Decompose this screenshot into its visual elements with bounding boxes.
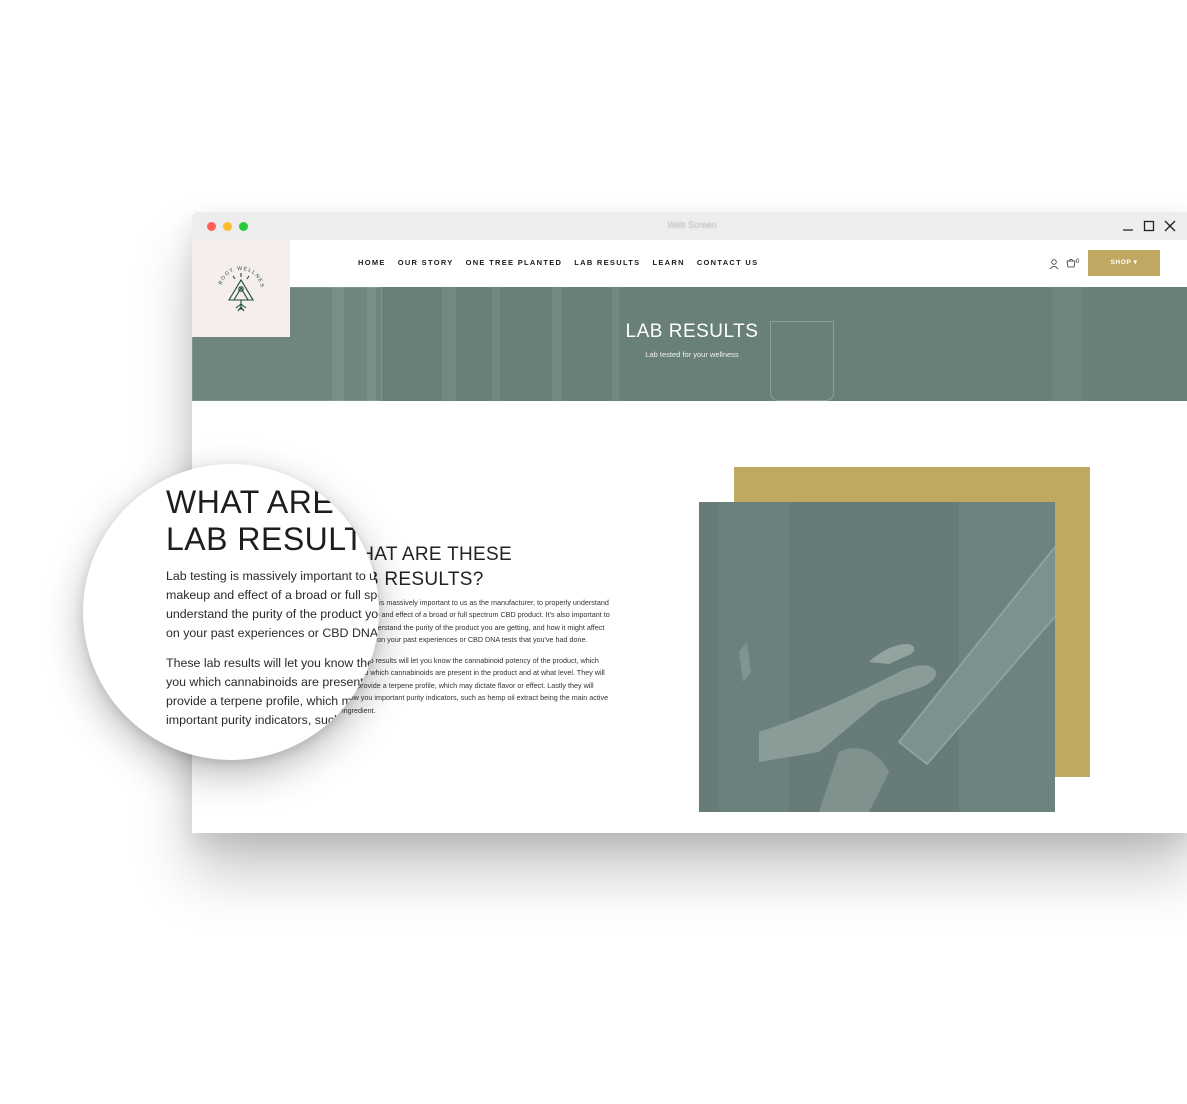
hero-decor [492,287,500,401]
tablet-photo [699,502,1055,812]
cart-count: 0 [1076,259,1080,265]
window-title: Web Screen [667,220,717,230]
nav-item-learn[interactable]: LEARN [652,258,684,267]
nav-item-our-story[interactable]: OUR STORY [398,258,454,267]
hero-title: LAB RESULTS [625,321,759,342]
site-header: HOME OUR STORY ONE TREE PLANTED LAB RESU… [192,240,1187,287]
magnifier-line: These lab results will let you know the … [166,656,379,670]
hero-banner: LAB RESULTS Lab tested for your wellness [192,287,1187,401]
magnifier-heading-line2: LAB RESULTS [166,521,379,557]
content-paragraph-2: These lab results will let you know the … [342,656,609,715]
magnifier-line: on your past experiences or CBD DNA test… [166,626,379,640]
root-wellness-logo-icon: ROOT WELLNESS [211,258,264,312]
hero-decor [1052,287,1082,401]
magnifier-line: provide a terpene profile, which ma [166,694,359,708]
nav-item-contact-us[interactable]: CONTACT US [697,258,759,267]
content-paragraph-1: Lab testing is massively important to us… [342,598,610,645]
tablet-hand-illustration [699,502,1055,812]
hero-decor [612,287,619,401]
magnifier-paragraph-2: These lab results will let you know the … [166,654,379,730]
magnifier-zoom: WHAT ARE T LAB RESULTS Lab testing is ma… [83,464,379,760]
nav-item-one-tree-planted[interactable]: ONE TREE PLANTED [466,258,563,267]
magnifier-heading-line1: WHAT ARE T [166,484,364,520]
window-titlebar: Web Screen [192,212,1187,240]
close-icon[interactable] [1162,218,1178,234]
logo[interactable]: ROOT WELLNESS [192,240,290,337]
magnifier-heading: WHAT ARE T LAB RESULTS [166,484,379,558]
nav-item-lab-results[interactable]: LAB RESULTS [574,258,640,267]
minimize-icon[interactable] [1120,218,1136,234]
stage: Web Screen HOME OUR STORY ONE TREE PLANT… [0,0,1187,1104]
magnifier-line: understand the purity of the product you… [166,607,379,621]
hero-subtitle: Lab tested for your wellness [645,350,739,359]
magnifier-line: makeup and effect of a broad or full spe… [166,588,379,602]
hero-decor [442,287,456,401]
user-account-icon[interactable] [1048,257,1060,270]
magnifier-line: important purity indicators, such [166,713,341,727]
hero-decor [552,287,562,401]
magnifier-paragraph-1: Lab testing is massively important to us… [166,567,379,643]
magnifier-line: Lab testing is massively important to us… [166,569,379,583]
shop-button[interactable]: SHOP ▾ [1088,250,1160,276]
magnifier-line: you which cannabinoids are present in [166,675,377,689]
main-nav: HOME OUR STORY ONE TREE PLANTED LAB RESU… [358,258,770,267]
maximize-icon[interactable] [1141,218,1157,234]
nav-item-home[interactable]: HOME [358,258,386,267]
